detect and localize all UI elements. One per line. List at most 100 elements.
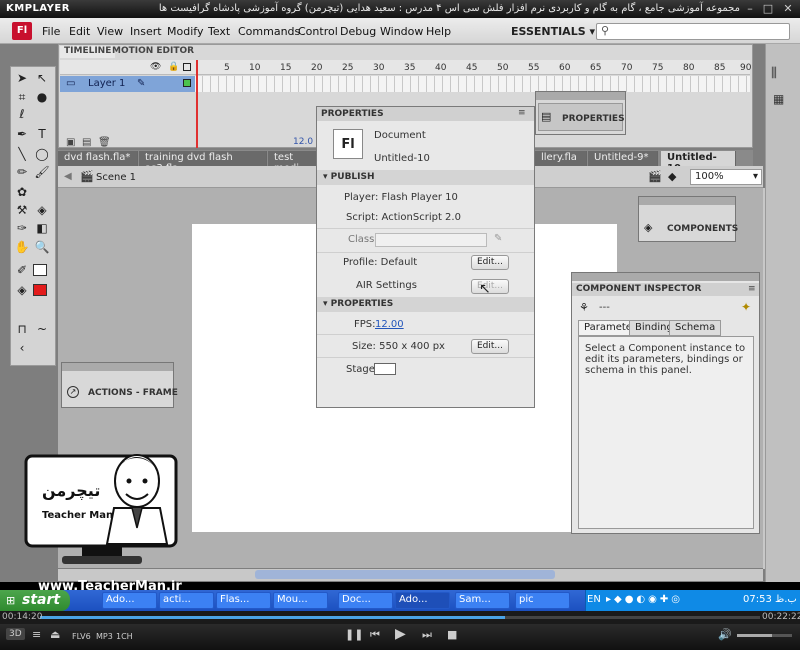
panel-grip[interactable] [62,363,173,371]
frame-strip[interactable] [195,76,750,92]
pen-tool-icon[interactable]: ✒ [14,126,30,142]
lock-icon[interactable]: 🔒 [168,62,179,72]
text-tool-icon[interactable]: T [34,126,50,142]
straighten-icon[interactable]: ‹ [14,340,30,356]
profile-edit-button[interactable]: Edit... [471,255,509,270]
previous-icon[interactable]: ⏮ [370,628,380,642]
volume-level[interactable] [737,634,772,637]
paint-bucket-icon[interactable]: ◈ [34,202,50,218]
panel-menu-icon[interactable]: ≡ [518,108,526,118]
doc-tab[interactable]: test medi [268,151,318,174]
edit-scene-icon[interactable]: 🎬 [648,170,662,183]
eraser-tool-icon[interactable]: ◧ [34,220,50,236]
close-icon[interactable]: ✕ [781,2,795,15]
oval-tool-icon[interactable]: ◯ [34,146,50,162]
outline-icon[interactable] [183,63,191,71]
taskbar-item[interactable]: Mou... [273,592,328,609]
eject-icon[interactable]: ⏏ [50,628,60,641]
swatches-icon[interactable]: ▦ [773,92,784,106]
zoom-tool-icon[interactable]: 🔍 [34,239,50,255]
play-icon[interactable]: ▶ [395,626,406,642]
snap-magnet-icon[interactable]: ⊓ [14,321,30,337]
doc-tab[interactable]: llery.fla [535,151,587,166]
menu-control[interactable]: Control [298,25,338,38]
smooth-icon[interactable]: ~ [34,321,50,337]
pencil-icon[interactable]: ✎ [494,233,502,244]
hand-tool-icon[interactable]: ✋ [14,239,30,255]
menu-file[interactable]: File [42,25,60,38]
back-arrow-icon[interactable]: ◀ [64,171,72,182]
size-edit-button[interactable]: Edit... [471,339,509,354]
maximize-icon[interactable]: □ [761,2,775,15]
menu-modify[interactable]: Modify [167,25,203,38]
menu-edit[interactable]: Edit [69,25,90,38]
subselection-tool-icon[interactable]: ↖ [34,70,50,86]
layer-color-swatch[interactable] [183,79,191,87]
panel-grip[interactable] [536,92,625,100]
doc-tab[interactable]: training dvd flash as3.fla [139,151,267,174]
scene-label[interactable]: Scene 1 [96,172,136,183]
layer-row[interactable] [60,76,195,92]
help-search-input[interactable] [596,23,790,40]
taskbar-item-active[interactable]: Ado... [395,592,450,609]
properties-title[interactable]: PROPERTIES [317,107,534,121]
taskbar-item[interactable]: Sam... [455,592,510,609]
edit-symbol-icon[interactable]: ◆ [668,170,676,183]
star-icon[interactable]: ✦ [741,300,751,314]
lasso-tool-icon[interactable]: ℓ [14,106,30,122]
actions-label[interactable]: ACTIONS - FRAME [88,388,178,398]
class-input[interactable] [375,233,487,247]
panel-grip[interactable] [572,273,759,281]
menu-insert[interactable]: Insert [130,25,162,38]
volume-icon[interactable]: 🔊 [718,628,732,641]
taskbar-item[interactable]: acti... [159,592,214,609]
playhead[interactable] [196,60,198,148]
taskbar-item[interactable]: Doc... [338,592,393,609]
taskbar-item[interactable]: pic [515,592,570,609]
free-transform-icon[interactable]: ⌗ [14,89,30,105]
component-inspector-title[interactable]: COMPONENT INSPECTOR [572,283,759,296]
language-indicator[interactable]: EN [587,594,601,605]
panel-grip[interactable] [639,197,735,205]
next-icon[interactable]: ⏭ [422,628,432,642]
menu-icon[interactable]: ≡ [32,628,41,641]
seek-progress[interactable] [40,616,505,619]
menu-commands[interactable]: Commands [238,25,300,38]
workspace-switcher[interactable]: ESSENTIALS ▾ [511,25,595,38]
selection-tool-icon[interactable]: ➤ [14,70,30,86]
menu-help[interactable]: Help [426,25,451,38]
zoom-select[interactable]: 100% ▾ [690,169,762,185]
new-folder-icon[interactable]: ▤ [82,137,91,148]
panel-menu-icon[interactable]: ≡ [748,284,756,294]
stage-color-swatch[interactable] [374,363,396,375]
taskbar-item[interactable]: Ado... [102,592,157,609]
properties-section-header[interactable]: ▾ PROPERTIES [317,297,534,312]
horizontal-scroll-thumb[interactable] [255,570,555,579]
menu-window[interactable]: Window [380,25,423,38]
doc-tab[interactable]: Untitled-9* [588,151,658,166]
components-label[interactable]: COMPONENTS [667,224,738,234]
minimize-icon[interactable]: – [743,2,757,15]
delete-layer-icon[interactable]: 🗑 [98,137,111,148]
tray-icons[interactable]: ▸◆●◐◉✚◎ [606,594,683,605]
doc-tab[interactable]: dvd flash.fla* [58,151,138,166]
brush-tool-icon[interactable]: 🖌 [34,164,50,180]
publish-section-header[interactable]: ▾ PUBLISH [317,170,534,185]
stroke-color-swatch[interactable] [33,264,47,276]
eyedropper-icon[interactable]: ✑ [14,220,30,236]
new-layer-icon[interactable]: ▣ [66,137,75,148]
fps-value[interactable]: 12.00 [375,319,404,330]
menu-text[interactable]: Text [208,25,230,38]
menu-view[interactable]: View [97,25,123,38]
stroke-color-icon[interactable]: ✐ [14,262,30,278]
3d-badge[interactable]: 3D [6,628,25,640]
fill-color-swatch[interactable] [33,284,47,296]
bone-tool-icon[interactable]: ⚒ [14,202,30,218]
line-tool-icon[interactable]: ╲ [14,146,30,162]
eye-icon[interactable]: 👁 [150,62,161,72]
pause-icon[interactable]: ❚❚ [345,628,363,641]
tab-schema[interactable]: Schema [669,320,722,336]
3d-rotation-icon[interactable]: ● [34,89,50,105]
menu-debug[interactable]: Debug [340,25,376,38]
taskbar-item[interactable]: Flas... [216,592,271,609]
